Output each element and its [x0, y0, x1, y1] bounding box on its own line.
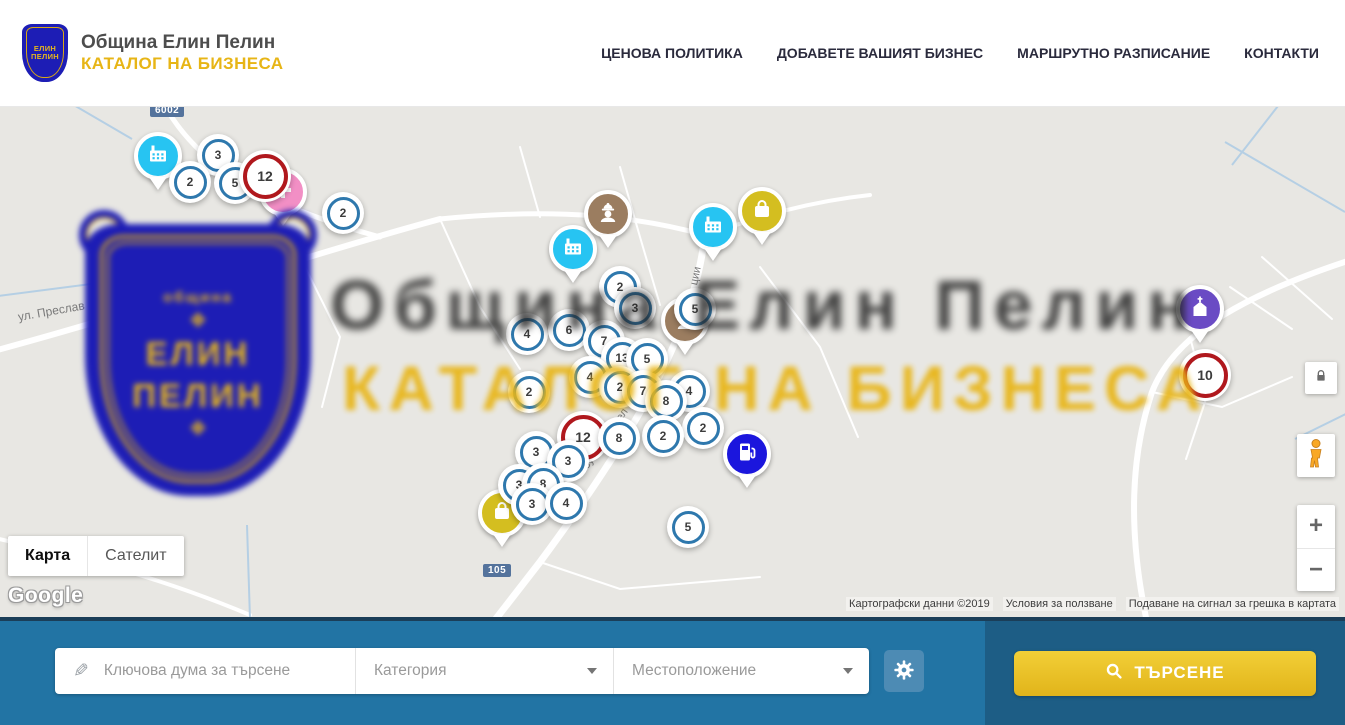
keyword-field: ✎: [55, 648, 355, 694]
map-cluster-marker[interactable]: 5: [667, 506, 709, 548]
chevron-down-icon: [843, 668, 853, 674]
bag-pin-marker[interactable]: [738, 187, 786, 245]
site-title: Община Елин Пелин: [81, 31, 283, 54]
map-cluster-marker[interactable]: 2: [169, 161, 211, 203]
google-map[interactable]: ул. Преславбул. „Новоселции6002105325122…: [0, 107, 1345, 617]
location-select-value: Местоположение: [632, 662, 756, 680]
map-cluster-marker[interactable]: 2: [642, 415, 684, 457]
factory-pin-marker[interactable]: [689, 203, 737, 261]
fuel-icon: [735, 440, 759, 469]
search-button-panel: ТЪРСЕНЕ: [985, 621, 1345, 725]
map-cluster-marker[interactable]: 4: [545, 482, 587, 524]
zoom-in-button[interactable]: +: [1297, 505, 1335, 549]
factory-icon: [701, 213, 725, 242]
search-icon: [1105, 662, 1123, 685]
nav-item-contacts[interactable]: КОНТАКТИ: [1244, 45, 1319, 61]
search-submit-button[interactable]: ТЪРСЕНЕ: [1014, 651, 1316, 696]
site-header: ЕЛИН ПЕЛИН Община Елин Пелин КАТАЛОГ НА …: [0, 0, 1345, 107]
street-view-lock-button[interactable]: [1305, 362, 1337, 394]
attribution-link[interactable]: Подаване на сигнал за грешка в картата: [1126, 597, 1339, 611]
pencil-icon: ✎: [73, 660, 89, 683]
map-cluster-marker[interactable]: 5: [674, 288, 716, 330]
church-icon: [1188, 295, 1212, 324]
map-attribution: Картографски данни ©2019 Условия за ползв…: [846, 597, 1339, 611]
attribution-text: Картографски данни ©2019: [846, 597, 993, 611]
search-bar: ✎ Категория Местоположение: [0, 617, 1345, 725]
map-cluster-marker[interactable]: 8: [598, 417, 640, 459]
map-cluster-marker[interactable]: 12: [239, 150, 291, 202]
attribution-link[interactable]: Условия за ползване: [1003, 597, 1116, 611]
map-type-map-button[interactable]: Карта: [8, 536, 87, 576]
map-cluster-marker[interactable]: 2: [682, 407, 724, 449]
zoom-control: + −: [1297, 505, 1335, 591]
bag-icon: [750, 197, 774, 226]
worker-icon: [596, 200, 620, 229]
chevron-down-icon: [587, 668, 597, 674]
pegman-control[interactable]: [1297, 434, 1335, 477]
road-number-badge: 6002: [150, 107, 184, 117]
nav-item-pricing[interactable]: ЦЕНОВА ПОЛИТИКА: [601, 45, 743, 61]
keyword-search-input[interactable]: [102, 661, 341, 681]
gear-icon: [893, 659, 915, 684]
map-type-control: Карта Сателит: [8, 536, 184, 576]
worker-pin-marker[interactable]: [584, 190, 632, 248]
site-subtitle: КАТАЛОГ НА БИЗНЕСА: [81, 54, 283, 75]
site-logo[interactable]: ЕЛИН ПЕЛИН Община Елин Пелин КАТАЛОГ НА …: [22, 24, 283, 82]
lock-icon: [1313, 368, 1329, 389]
advanced-search-button[interactable]: [884, 650, 924, 692]
road-number-badge: 105: [483, 564, 511, 577]
map-cluster-marker[interactable]: 3: [614, 287, 656, 329]
pegman-icon: [1304, 438, 1328, 473]
map-cluster-marker[interactable]: 2: [508, 371, 550, 413]
map-cluster-marker[interactable]: 2: [322, 192, 364, 234]
search-fields-group: ✎ Категория Местоположение: [55, 648, 869, 694]
map-cluster-marker[interactable]: 10: [1179, 349, 1231, 401]
factory-icon: [146, 142, 170, 171]
map-type-satellite-button[interactable]: Сателит: [87, 536, 183, 576]
crest-name-line: ПЕЛИН: [31, 53, 59, 62]
location-select[interactable]: Местоположение: [613, 648, 869, 694]
nav-item-add-business[interactable]: ДОБАВЕТЕ ВАШИЯТ БИЗНЕС: [777, 45, 983, 61]
search-button-label: ТЪРСЕНЕ: [1134, 663, 1224, 683]
google-logo[interactable]: Google: [8, 584, 83, 608]
nav-item-route-schedule[interactable]: МАРШРУТНО РАЗПИСАНИЕ: [1017, 45, 1210, 61]
category-select-value: Категория: [374, 662, 446, 680]
main-nav: ЦЕНОВА ПОЛИТИКА ДОБАВЕТЕ ВАШИЯТ БИЗНЕС МАР…: [601, 45, 1319, 61]
zoom-out-button[interactable]: −: [1297, 549, 1335, 592]
category-select[interactable]: Категория: [355, 648, 613, 694]
church-pin-marker[interactable]: [1176, 285, 1224, 343]
factory-icon: [561, 235, 585, 264]
map-cluster-marker[interactable]: 4: [506, 313, 548, 355]
fuel-pin-marker[interactable]: [723, 430, 771, 488]
municipality-crest-icon: ЕЛИН ПЕЛИН: [22, 24, 68, 82]
